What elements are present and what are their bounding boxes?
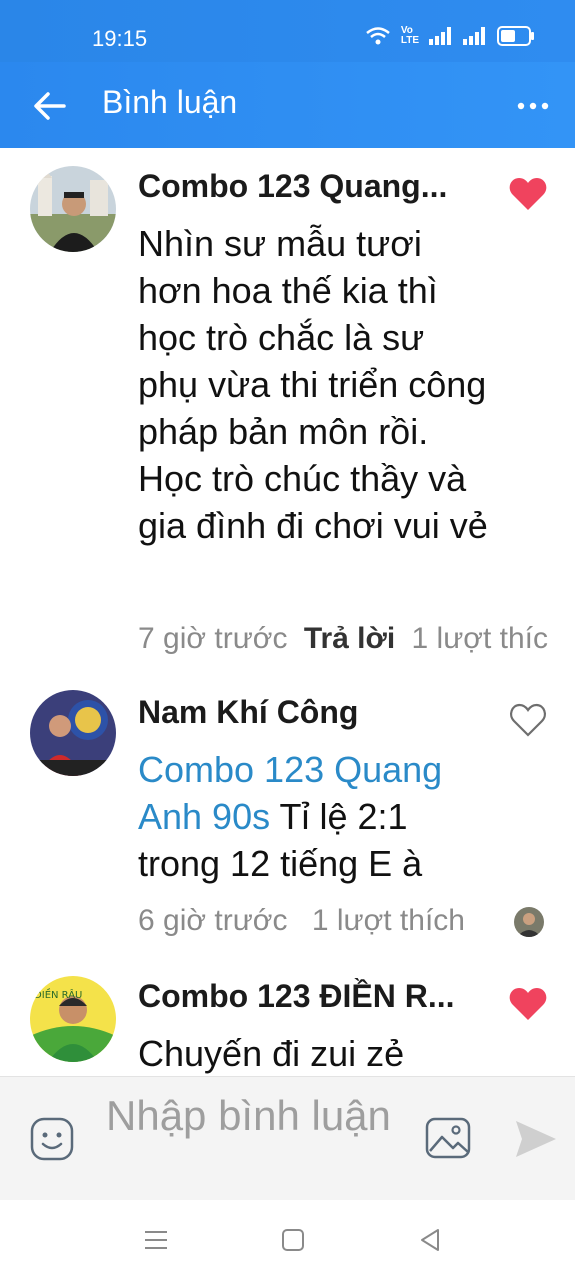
avatar-caption: ĐIỀN RÂU [34,987,82,1001]
heart-outline-icon[interactable] [508,702,548,738]
emoji-icon[interactable] [30,1117,74,1161]
status-bar: 19:15 Vo LTE [0,0,575,62]
wifi-icon [366,27,390,45]
reply-button[interactable]: Trả lời [304,622,395,655]
system-nav-bar [0,1200,575,1279]
battery-icon [497,26,534,46]
comment-composer: Nhập bình luận [0,1076,575,1201]
status-icons: Vo LTE [365,26,535,46]
status-time: 19:15 [92,26,148,51]
comment-item: Nam Khí Công Combo 123 Quang Anh 90s Tỉ … [0,678,575,958]
back-triangle-icon[interactable] [416,1226,444,1254]
comment-meta: 6 giờ trước 1 lượt thích [138,904,548,938]
comment-time: 7 giờ trước [138,622,288,655]
image-icon[interactable] [425,1117,471,1159]
comment-item: Combo 123 Quang... Nhìn sư mẫu tươi hơn … [0,148,575,678]
comment-item: ĐIỀN RÂU Combo 123 ĐIỀN R... Chuyến đi z… [0,958,575,1076]
signal-icon [463,27,485,45]
comment-meta: 7 giờ trước Trả lời 1 lượt thích [138,622,548,656]
comment-text: Combo 123 Quang Anh 90s Tỉ lệ 2:1 trong … [138,746,488,887]
like-count[interactable]: 1 lượt thích [412,622,548,655]
like-count[interactable]: 1 lượt thích [312,904,465,937]
comment-author[interactable]: Combo 123 Quang... [138,168,447,205]
avatar[interactable] [30,166,116,252]
signal-icon [429,27,451,45]
page-title: Bình luận [102,84,238,120]
send-icon[interactable] [514,1119,558,1159]
comment-input[interactable]: Nhập bình luận [106,1089,406,1143]
comment-text: Chuyến đi zui zẻ [138,1033,405,1074]
heart-filled-icon[interactable] [508,986,548,1022]
liker-avatar[interactable] [514,907,544,937]
app-bar: Bình luận [0,62,575,148]
heart-filled-icon[interactable] [508,176,548,212]
more-horizontal-icon[interactable] [517,92,549,120]
arrow-left-icon[interactable] [32,88,68,124]
volte-icon: Vo LTE [400,25,419,46]
avatar[interactable] [30,690,116,776]
avatar[interactable]: ĐIỀN RÂU [30,976,116,1062]
comment-author[interactable]: Nam Khí Công [138,694,358,731]
menu-icon[interactable] [142,1226,170,1254]
home-icon[interactable] [279,1226,307,1254]
comment-text: Nhìn sư mẫu tươi hơn hoa thế kia thì học… [138,223,488,546]
comment-time: 6 giờ trước [138,904,288,937]
comment-author[interactable]: Combo 123 ĐIỀN R... [138,978,455,1015]
